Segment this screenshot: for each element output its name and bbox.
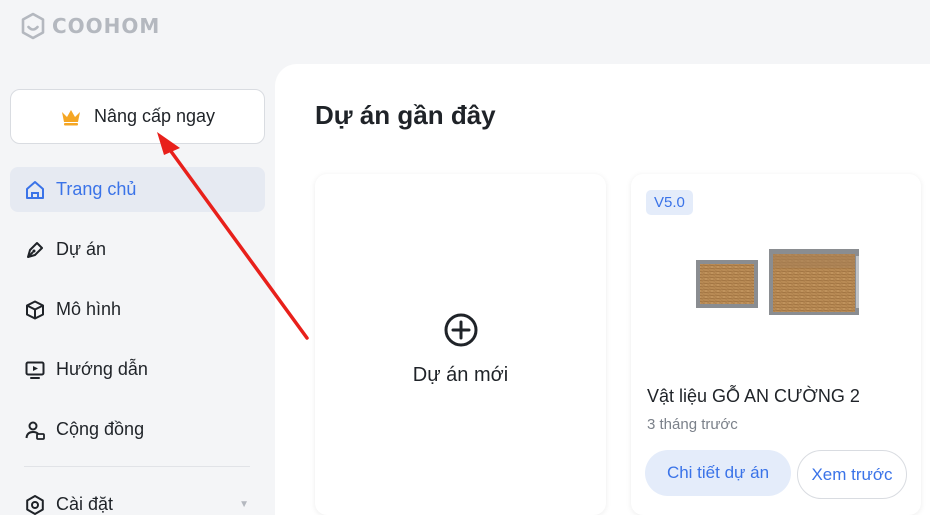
project-timestamp: 3 tháng trước [647, 416, 738, 433]
community-icon [25, 421, 45, 440]
logo-text: COOHOM [52, 14, 161, 38]
chevron-down-icon: ▼ [239, 499, 249, 510]
plus-circle-icon [444, 313, 477, 347]
sidebar-nav: Trang chủ Dự án Mô hình Hướng dẫn Cộng đ… [10, 167, 265, 467]
sidebar-item-label: Cộng đồng [56, 419, 145, 439]
version-badge: V5.0 [646, 190, 693, 215]
project-thumbnail[interactable] [691, 246, 861, 326]
sidebar-item-label: Dự án [56, 239, 107, 259]
sidebar-item-label: Trang chủ [56, 179, 137, 199]
sidebar-item-label: Hướng dẫn [56, 359, 148, 379]
upgrade-button[interactable]: Nâng cấp ngay [10, 89, 265, 144]
sidebar-item-models[interactable]: Mô hình [10, 287, 265, 332]
upgrade-label: Nâng cấp ngay [93, 106, 216, 126]
home-icon [26, 180, 44, 199]
logo-icon [21, 12, 45, 40]
project-title: Vật liệu GỖ AN CƯỜNG 2 [647, 386, 860, 406]
sidebar-item-label: Cài đặt [56, 494, 114, 514]
project-card[interactable]: V5.0 Vật liệu GỖ AN CƯỜNG 2 3 tháng trướ… [631, 174, 921, 515]
section-title: Dự án gần đây [315, 100, 496, 130]
sidebar-item-settings[interactable]: Cài đặt ▼ [10, 482, 265, 515]
preview-button[interactable]: Xem trước [797, 450, 907, 499]
crown-icon [61, 109, 80, 125]
sidebar-item-home[interactable]: Trang chủ [10, 167, 265, 212]
new-project-label: Dự án mới [412, 364, 509, 386]
cube-icon [26, 300, 44, 319]
project-details-button[interactable]: Chi tiết dự án [645, 450, 791, 496]
gear-icon [26, 494, 44, 515]
coohom-logo[interactable]: COOHOM [20, 12, 160, 40]
pen-icon [27, 241, 43, 258]
new-project-card[interactable]: Dự án mới [315, 174, 606, 515]
sidebar-item-projects[interactable]: Dự án [10, 227, 265, 272]
sidebar-item-tutorials[interactable]: Hướng dẫn [10, 347, 265, 392]
play-screen-icon [25, 361, 45, 379]
sidebar-divider [24, 466, 250, 467]
sidebar-item-label: Mô hình [56, 299, 122, 319]
main-panel: Dự án gần đây Dự án mới V5.0 Vật liệu GỖ… [275, 64, 930, 515]
sidebar-item-community[interactable]: Cộng đồng [10, 407, 265, 452]
